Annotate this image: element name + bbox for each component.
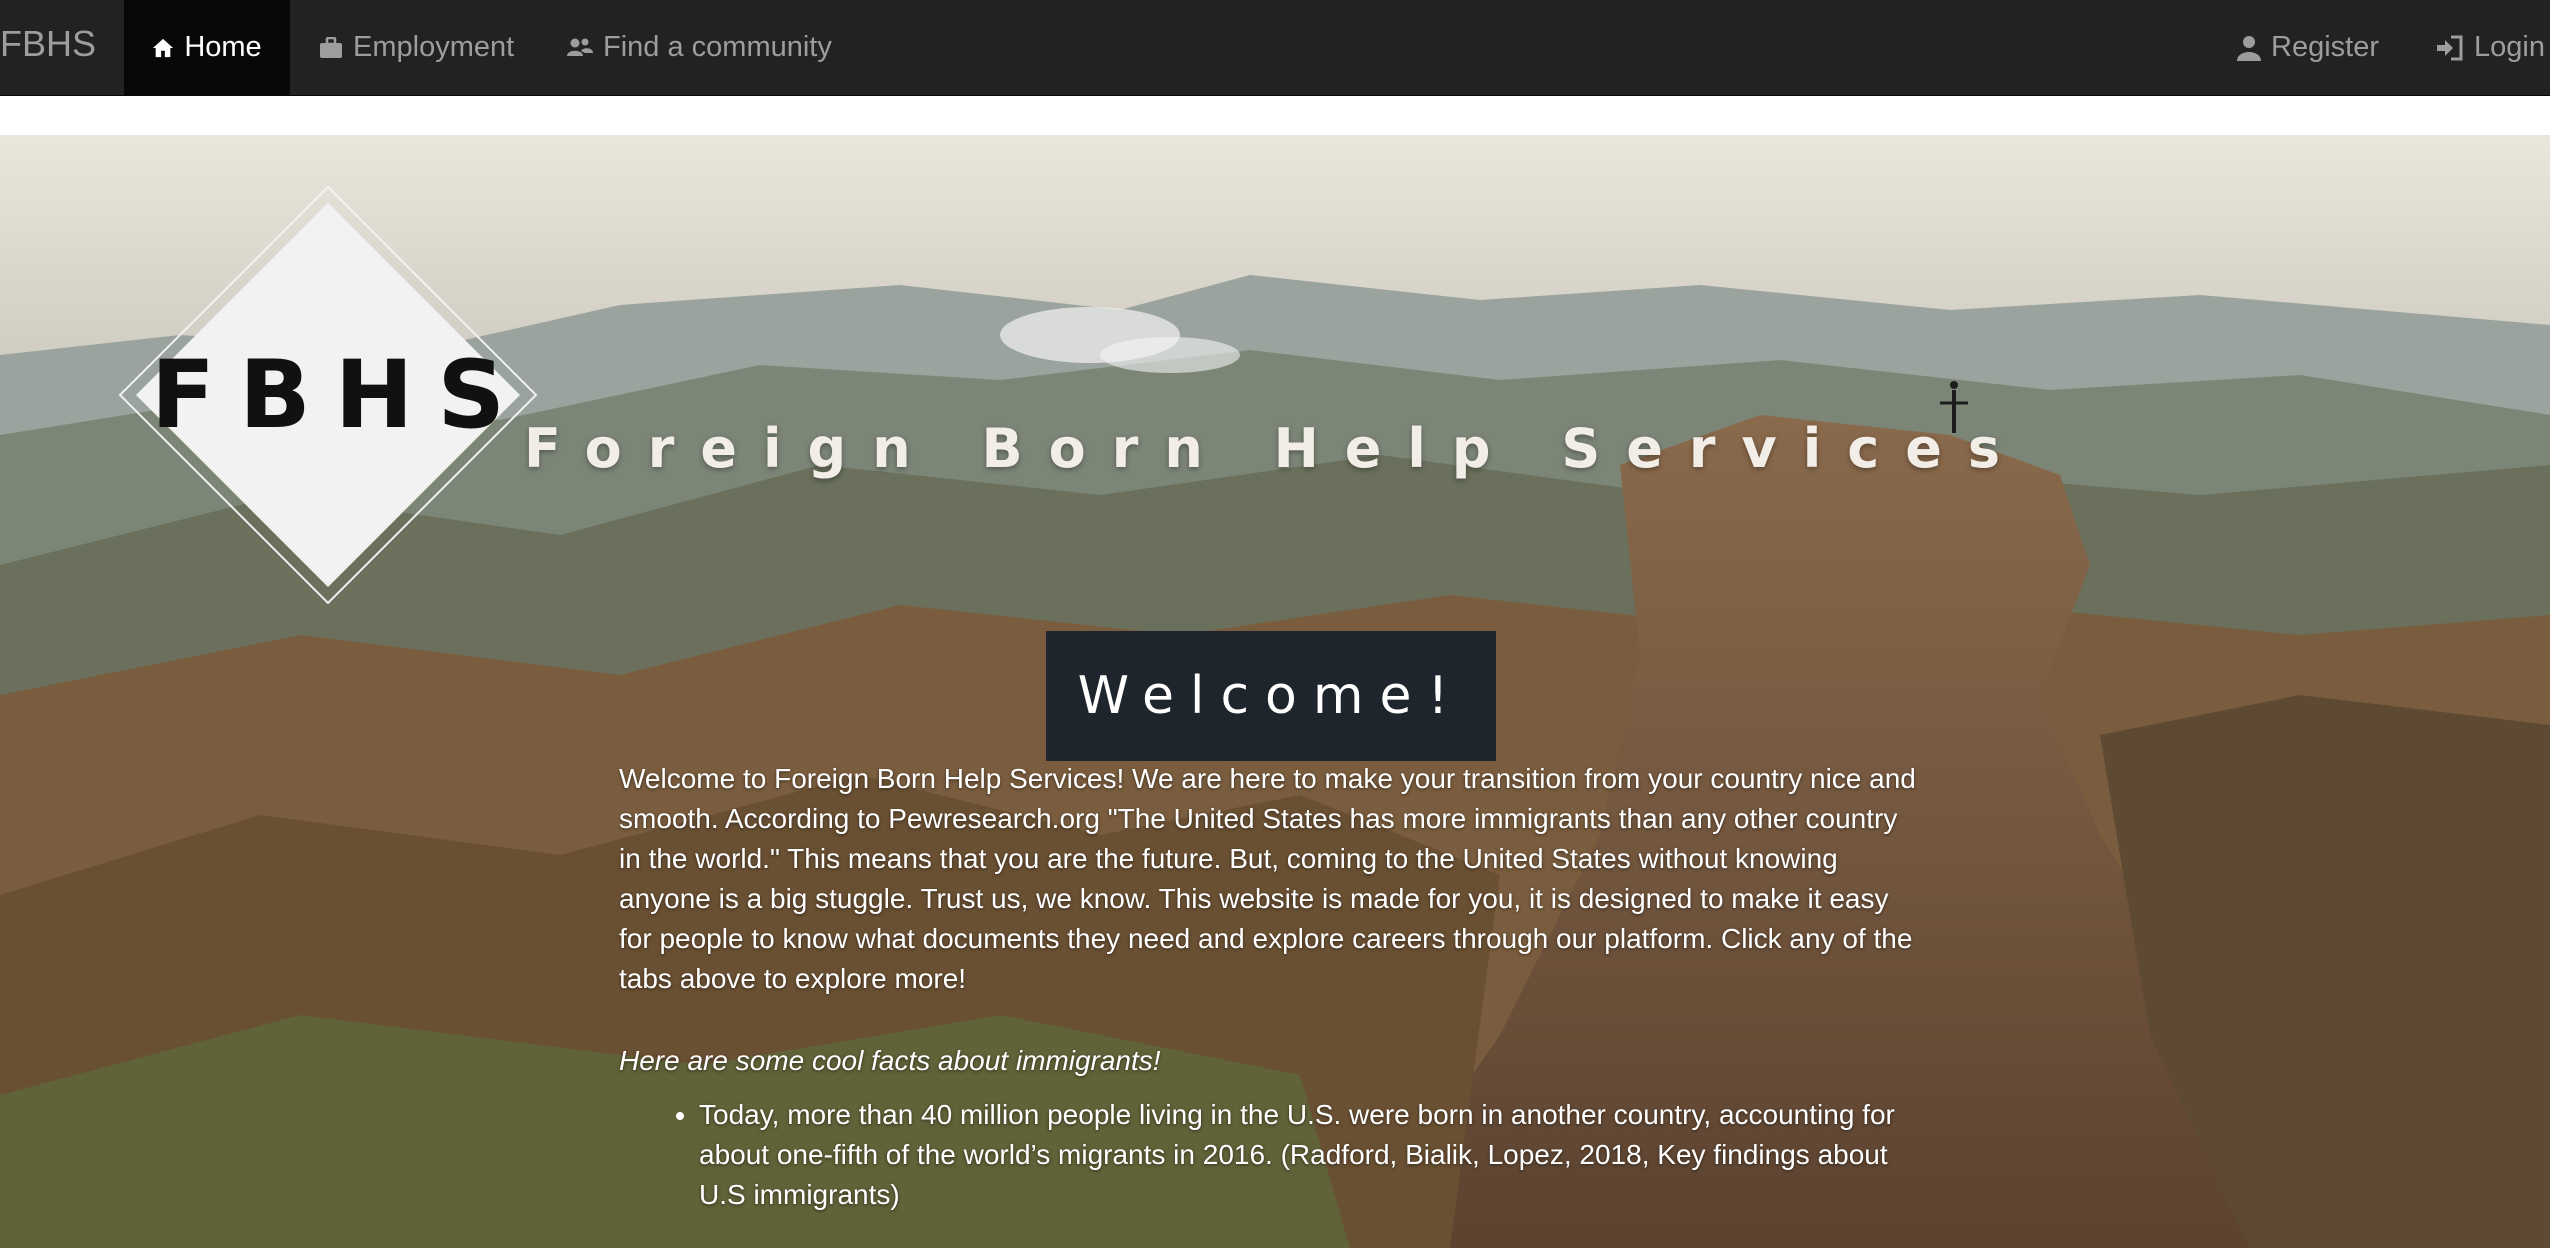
list-item: Today, more than 40 million people livin… — [699, 1095, 1919, 1215]
logo-text: FBHS — [150, 340, 530, 450]
site-title: Foreign Born Help Services — [523, 417, 2026, 480]
nav-employment-label: Employment — [353, 31, 515, 63]
welcome-heading: Welcome! — [1046, 631, 1496, 761]
nav-find-community-label: Find a community — [603, 31, 832, 63]
nav-find-community[interactable]: Find a community — [567, 0, 832, 95]
hero-content: Welcome to Foreign Born Help Services! W… — [619, 759, 1919, 1215]
navbar: FBHS Home Employment Find a community Re… — [0, 0, 2550, 96]
brand-link[interactable]: FBHS — [0, 0, 96, 95]
login-icon — [2437, 35, 2463, 60]
community-icon — [567, 38, 593, 56]
nav-login-label: Login — [2474, 31, 2545, 63]
home-icon — [153, 38, 174, 57]
nav-home[interactable]: Home — [124, 0, 290, 95]
facts-list: Today, more than 40 million people livin… — [619, 1095, 1919, 1215]
nav-register-label: Register — [2271, 31, 2379, 63]
intro-paragraph: Welcome to Foreign Born Help Services! W… — [619, 763, 1916, 994]
nav-login[interactable]: Login — [2436, 0, 2545, 95]
nav-home-label: Home — [184, 31, 262, 63]
nav-register[interactable]: Register — [2237, 0, 2379, 95]
facts-title: Here are some cool facts about immigrant… — [619, 1045, 1161, 1076]
user-icon — [2237, 35, 2261, 61]
nav-employment[interactable]: Employment — [319, 0, 514, 95]
briefcase-icon — [320, 36, 342, 58]
hero-section: FBHS Foreign Born Help Services Welcome!… — [0, 135, 2550, 1248]
fbhs-logo: FBHS — [118, 185, 538, 605]
